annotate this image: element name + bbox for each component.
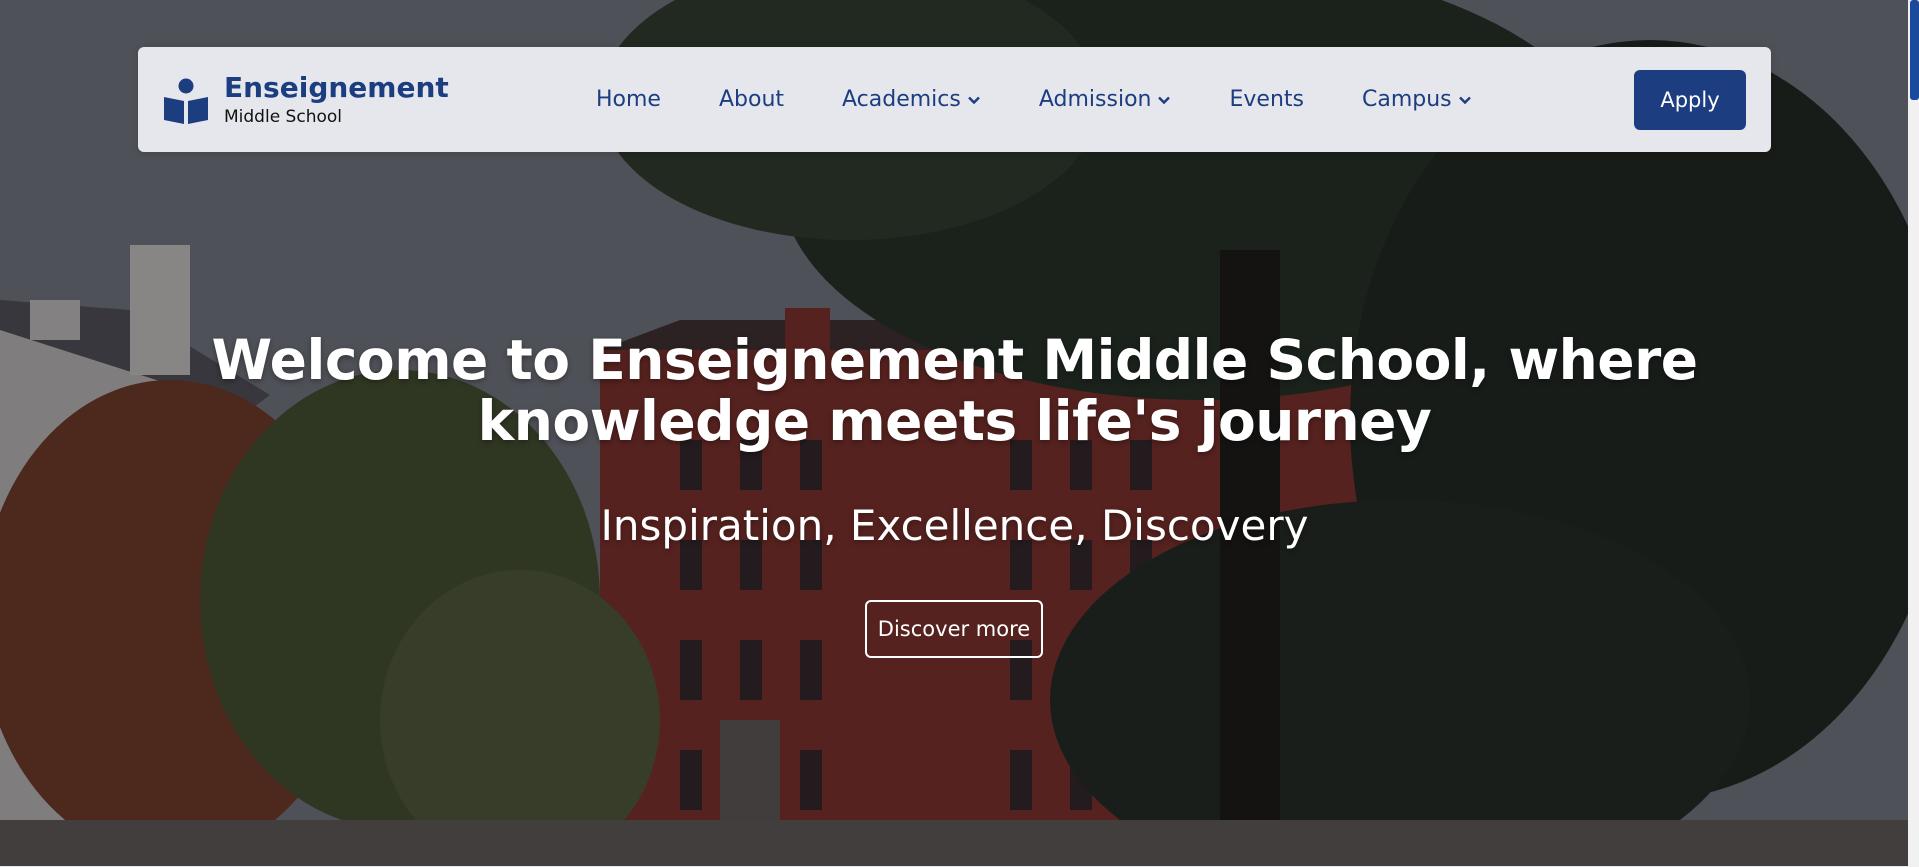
brand-logo-link[interactable]: Enseignement Middle School [162,73,449,129]
scrollbar-track[interactable] [1908,0,1919,867]
discover-more-button[interactable]: Discover more [865,600,1043,658]
nav-item-label: Home [596,87,661,112]
brand-subtitle: Middle School [224,107,342,127]
nav-item-label: Campus [1361,87,1452,112]
nav-item-home[interactable]: Home [596,87,661,112]
nav-item-about[interactable]: About [719,87,784,112]
nav-item-events[interactable]: Events [1229,87,1304,112]
navbar: Enseignement Middle School Home About Ac… [138,47,1771,152]
brand-name: Enseignement [224,71,449,104]
chevron-down-icon [1158,96,1171,104]
book-reader-icon [164,78,208,124]
nav-item-admission[interactable]: Admission [1039,87,1172,112]
nav-item-academics[interactable]: Academics [842,87,981,112]
nav-item-label: About [718,87,785,112]
nav-item-label: Events [1229,87,1304,112]
scrollbar-thumb[interactable] [1910,0,1919,100]
nav-item-label: Admission [1038,87,1152,112]
nav-links: Home About Academics Admission Events Ca… [596,47,1530,152]
nav-item-label: Academics [842,87,961,112]
chevron-down-icon [1458,96,1471,104]
apply-button[interactable]: Apply [1634,70,1746,130]
hero-title: Welcome to Enseignement Middle School, w… [211,328,1698,453]
nav-item-campus[interactable]: Campus [1362,87,1472,112]
chevron-down-icon [968,96,980,104]
hero-subtitle: Inspiration, Excellence, Discovery [600,501,1309,550]
brand-text: Enseignement Middle School [224,73,449,129]
